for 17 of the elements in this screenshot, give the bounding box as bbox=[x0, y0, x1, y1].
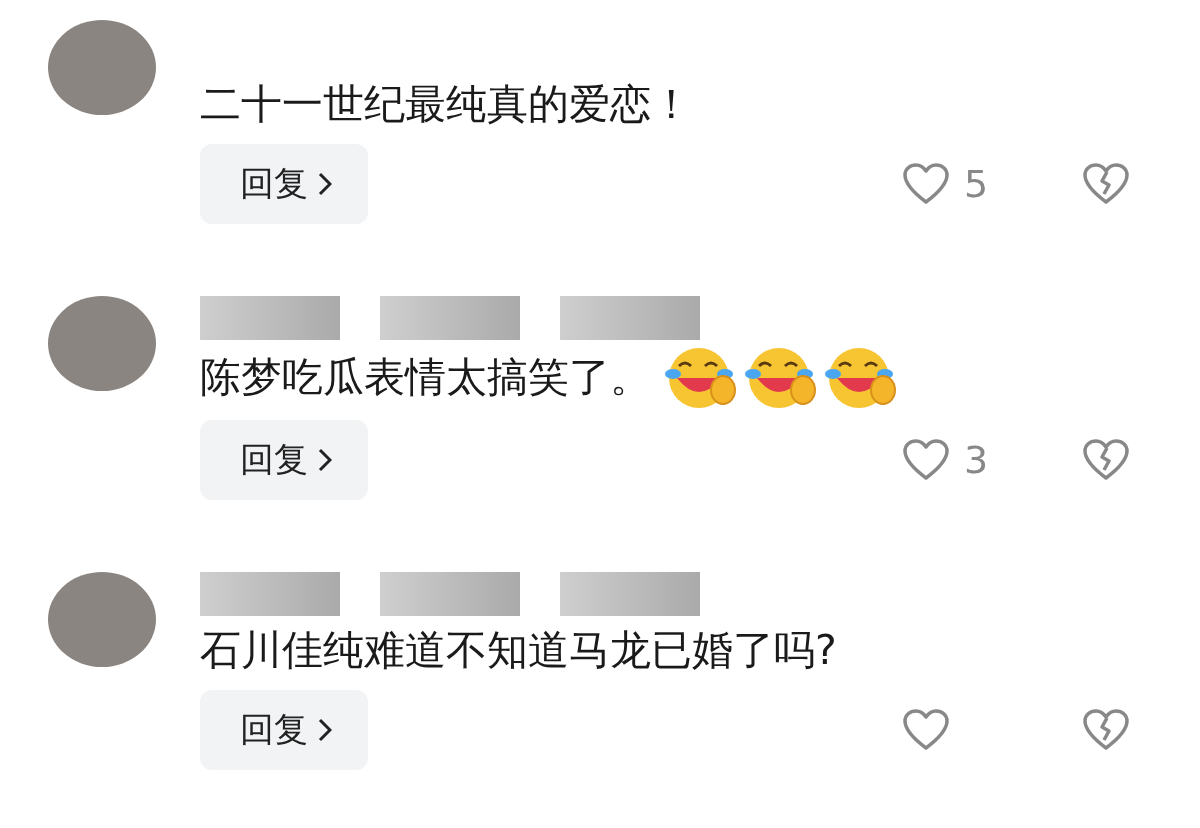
chevron-right-icon bbox=[318, 172, 332, 196]
chevron-right-icon bbox=[318, 448, 332, 472]
reply-button[interactable]: 回复 bbox=[200, 144, 368, 224]
heart-icon[interactable] bbox=[902, 438, 950, 482]
broken-heart-icon[interactable] bbox=[1082, 438, 1130, 482]
comment-text: 石川佳纯难道不知道马龙已婚了吗? bbox=[200, 625, 837, 676]
reply-button[interactable]: 回复 bbox=[200, 690, 368, 770]
like-count: 3 bbox=[964, 438, 989, 482]
broken-heart-icon[interactable] bbox=[1082, 162, 1130, 206]
like-count: 5 bbox=[964, 162, 989, 206]
heart-icon[interactable] bbox=[902, 162, 950, 206]
broken-heart-icon[interactable] bbox=[1082, 708, 1130, 752]
heart-icon[interactable] bbox=[902, 708, 950, 752]
comment-text: 二十一世纪最纯真的爱恋！ bbox=[200, 79, 692, 130]
chevron-right-icon bbox=[318, 718, 332, 742]
reply-button[interactable]: 回复 bbox=[200, 420, 368, 500]
comment-text: 陈梦吃瓜表情太搞笑了。 bbox=[200, 352, 651, 403]
